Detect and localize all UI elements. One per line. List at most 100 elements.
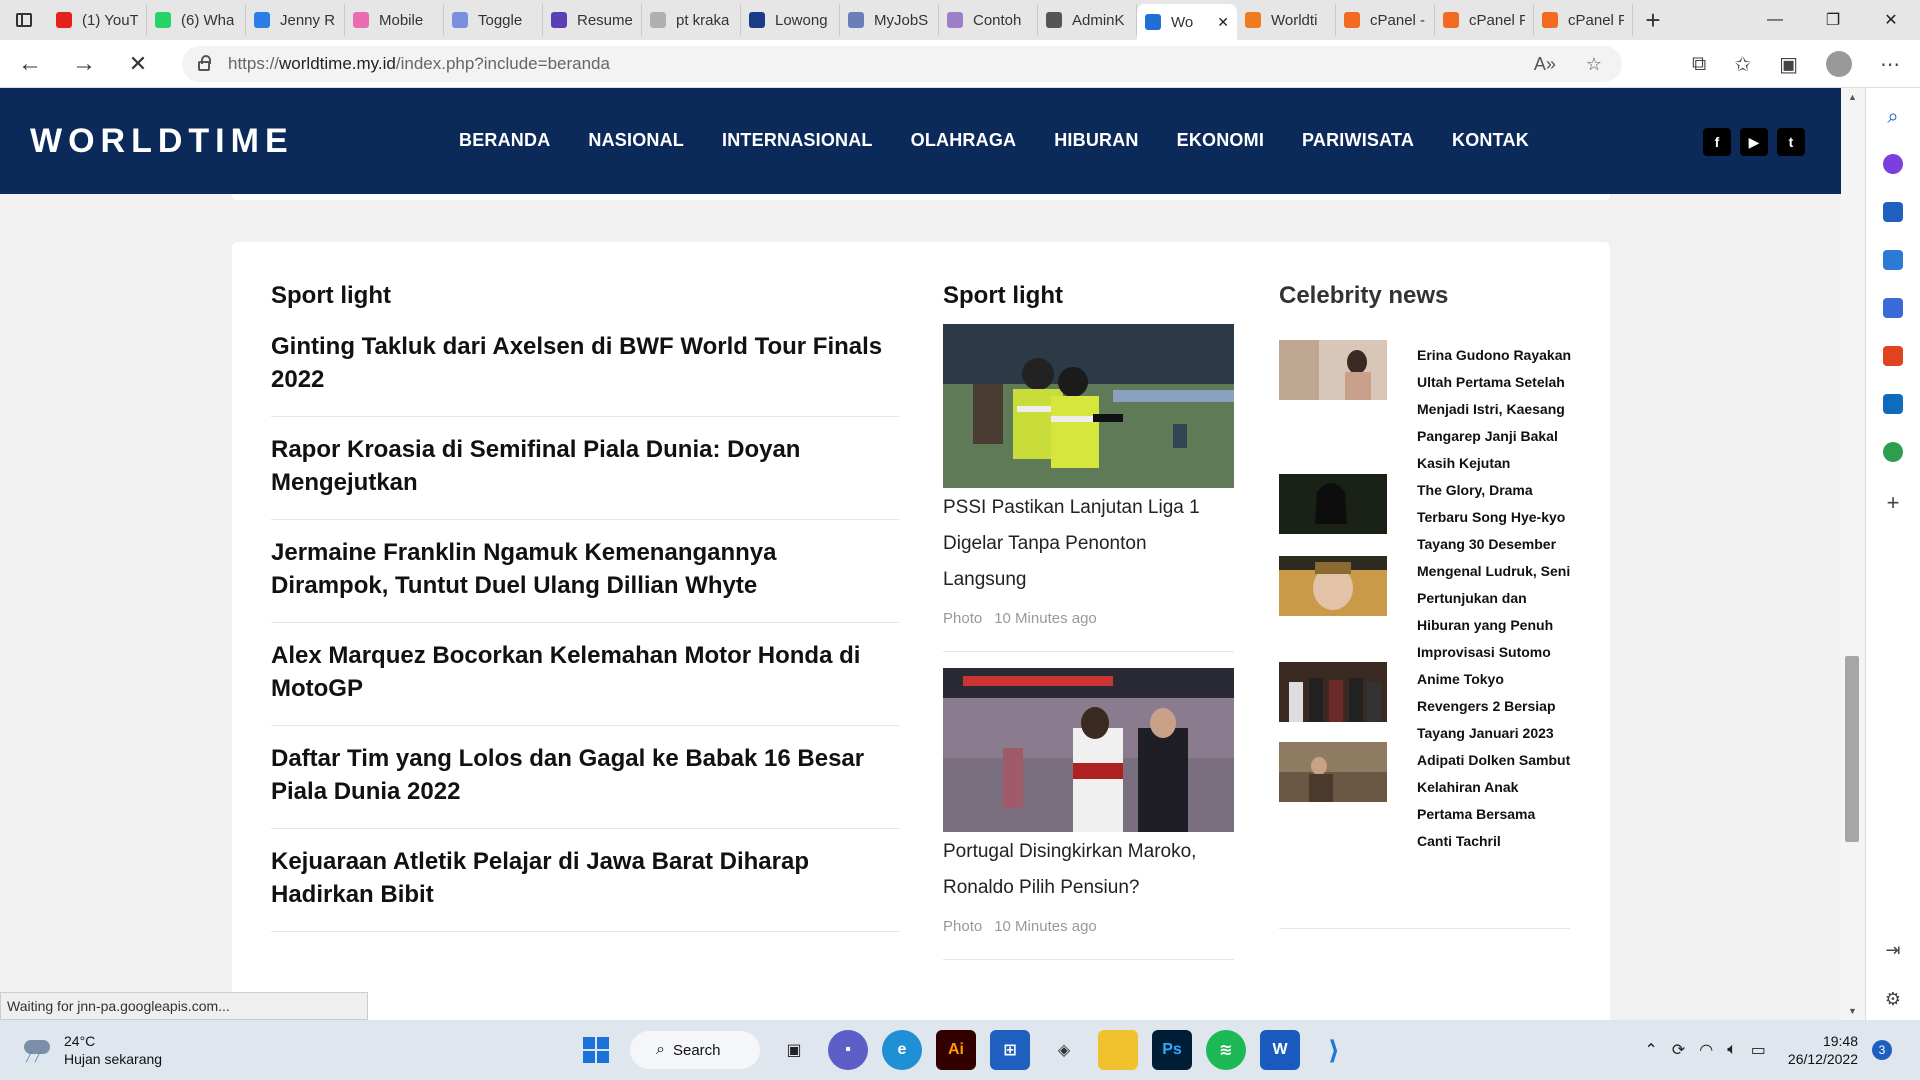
celebrity-headline-line[interactable]: Improvisasi Sutomo xyxy=(1417,639,1577,666)
celebrity-headline-line[interactable]: Kelahiran Anak xyxy=(1417,774,1577,801)
office-icon[interactable] xyxy=(1883,346,1903,366)
word-icon[interactable]: W xyxy=(1260,1030,1300,1070)
scroll-up-arrow[interactable]: ▲ xyxy=(1848,92,1857,102)
celebrity-headline-line[interactable]: The Glory, Drama xyxy=(1417,477,1577,504)
spotify-icon[interactable]: ≋ xyxy=(1206,1030,1246,1070)
outlook-icon[interactable] xyxy=(1883,394,1903,414)
youtube-icon[interactable]: ▶ xyxy=(1740,128,1768,156)
profile-avatar[interactable] xyxy=(1826,51,1852,77)
vscode-icon[interactable]: ⟩ xyxy=(1314,1030,1354,1070)
shopping-icon[interactable] xyxy=(1883,202,1903,222)
browser-tab[interactable]: AdminK xyxy=(1038,4,1137,36)
browser-tab[interactable]: cPanel F xyxy=(1435,4,1534,36)
browser-tab[interactable]: Jenny R xyxy=(246,4,345,36)
notification-badge[interactable]: 3 xyxy=(1872,1040,1892,1060)
clock[interactable]: 19:48 26/12/2022 xyxy=(1788,1032,1858,1068)
games-icon[interactable] xyxy=(1883,298,1903,318)
celebrity-headline-line[interactable]: Ultah Pertama Setelah xyxy=(1417,369,1577,396)
browser-tab[interactable]: Toggle xyxy=(444,4,543,36)
browser-tab[interactable]: Mobile xyxy=(345,4,444,36)
drop-icon[interactable] xyxy=(1883,442,1903,462)
celebrity-headline-line[interactable]: Hiburan yang Penuh xyxy=(1417,612,1577,639)
headline-link[interactable]: Jermaine Franklin Ngamuk Kemenangannya D… xyxy=(271,520,899,623)
celebrity-headline-line[interactable]: Terbaru Song Hye-kyo xyxy=(1417,504,1577,531)
photoshop-icon[interactable]: Ps xyxy=(1152,1030,1192,1070)
page-scrollbar[interactable]: ▲ ▼ xyxy=(1841,88,1865,1020)
headline-link[interactable]: Ginting Takluk dari Axelsen di BWF World… xyxy=(271,324,899,417)
new-tab-button[interactable]: + xyxy=(1633,5,1673,36)
twitter-icon[interactable]: t xyxy=(1777,128,1805,156)
copilot-icon[interactable] xyxy=(1883,154,1903,174)
collections-icon[interactable]: ▣ xyxy=(1779,52,1798,77)
browser-tab[interactable]: (6) Wha xyxy=(147,4,246,36)
read-aloud-icon[interactable]: A» xyxy=(1534,54,1556,75)
windows-start-icon[interactable] xyxy=(576,1030,616,1070)
edge-browser-icon[interactable]: e xyxy=(882,1030,922,1070)
browser-tab[interactable]: Worldti xyxy=(1237,4,1336,36)
favorites-icon[interactable]: ✩ xyxy=(1734,52,1751,77)
browser-tab[interactable]: cPanel F xyxy=(1534,4,1633,36)
article-image[interactable] xyxy=(943,324,1234,488)
illustrator-icon[interactable]: Ai xyxy=(936,1030,976,1070)
url-field[interactable]: https://worldtime.my.id/index.php?includ… xyxy=(182,46,1622,82)
nav-link-pariwisata[interactable]: PARIWISATA xyxy=(1302,130,1414,151)
restore-button[interactable]: ❐ xyxy=(1804,0,1862,40)
sidebar-settings-icon[interactable]: ⚙ xyxy=(1885,989,1901,1010)
close-window-button[interactable]: ✕ xyxy=(1862,0,1920,40)
headline-link[interactable]: Kejuaraan Atletik Pelajar di Jawa Barat … xyxy=(271,829,899,932)
wifi-icon[interactable]: ◠ xyxy=(1699,1040,1713,1060)
browser-tab[interactable]: cPanel - xyxy=(1336,4,1435,36)
hide-sidebar-icon[interactable]: ⇥ xyxy=(1885,940,1900,961)
photo-article[interactable]: Portugal Disingkirkan Maroko, Ronaldo Pi… xyxy=(943,668,1234,960)
file-explorer-icon[interactable] xyxy=(1098,1030,1138,1070)
celebrity-headline-line[interactable]: Anime Tokyo xyxy=(1417,666,1577,693)
celebrity-headline-line[interactable]: Pertunjukan dan xyxy=(1417,585,1577,612)
celebrity-image[interactable] xyxy=(1279,340,1387,400)
taskbar-search[interactable]: ⌕ Search xyxy=(630,1031,760,1069)
celebrity-headline-line[interactable]: Canti Tachril xyxy=(1417,828,1577,855)
task-view-icon[interactable]: ▣ xyxy=(774,1030,814,1070)
nav-link-internasional[interactable]: INTERNASIONAL xyxy=(722,130,873,151)
site-logo[interactable]: WORLDTIME xyxy=(30,122,294,161)
celebrity-headline-line[interactable]: Mengenal Ludruk, Seni xyxy=(1417,558,1577,585)
celebrity-headline-line[interactable]: Adipati Dolken Sambut xyxy=(1417,747,1577,774)
stop-loading-button[interactable]: ✕ xyxy=(114,44,162,84)
sync-icon[interactable]: ⟳ xyxy=(1672,1040,1685,1060)
article-title[interactable]: Portugal Disingkirkan Maroko, Ronaldo Pi… xyxy=(943,834,1234,906)
nav-link-kontak[interactable]: KONTAK xyxy=(1452,130,1529,151)
article-title[interactable]: PSSI Pastikan Lanjutan Liga 1 Digelar Ta… xyxy=(943,490,1234,598)
battery-icon[interactable]: ▭ xyxy=(1751,1040,1766,1060)
nav-link-nasional[interactable]: NASIONAL xyxy=(588,130,684,151)
headline-link[interactable]: Rapor Kroasia di Semifinal Piala Dunia: … xyxy=(271,417,899,520)
headline-link[interactable]: Daftar Tim yang Lolos dan Gagal ke Babak… xyxy=(271,726,899,829)
celebrity-headline-line[interactable]: Pertama Bersama xyxy=(1417,801,1577,828)
nav-link-hiburan[interactable]: HIBURAN xyxy=(1054,130,1138,151)
back-button[interactable]: ← xyxy=(6,44,54,84)
photo-article[interactable]: PSSI Pastikan Lanjutan Liga 1 Digelar Ta… xyxy=(943,324,1234,652)
extensions-icon[interactable]: ⧉ xyxy=(1692,53,1706,76)
teams-chat-icon[interactable]: ▪ xyxy=(828,1030,868,1070)
celebrity-image[interactable] xyxy=(1279,742,1387,802)
nav-link-ekonomi[interactable]: EKONOMI xyxy=(1177,130,1264,151)
minimize-button[interactable]: — xyxy=(1746,0,1804,40)
search-icon[interactable]: ⌕ xyxy=(1883,106,1903,128)
unity-icon[interactable]: ◈ xyxy=(1044,1030,1084,1070)
celebrity-image[interactable] xyxy=(1279,556,1387,616)
close-tab-icon[interactable]: ✕ xyxy=(1217,14,1229,31)
browser-tab[interactable]: Wo ✕ xyxy=(1137,4,1237,40)
celebrity-headline-line[interactable]: Tayang 30 Desember xyxy=(1417,531,1577,558)
nav-link-olahraga[interactable]: OLAHRAGA xyxy=(911,130,1017,151)
headline-link[interactable]: Alex Marquez Bocorkan Kelemahan Motor Ho… xyxy=(271,623,899,726)
celebrity-image[interactable] xyxy=(1279,474,1387,534)
celebrity-image[interactable] xyxy=(1279,662,1387,722)
facebook-icon[interactable]: f xyxy=(1703,128,1731,156)
scroll-thumb[interactable] xyxy=(1845,656,1859,842)
settings-more-icon[interactable]: ⋯ xyxy=(1880,52,1900,77)
browser-tab[interactable]: Lowong xyxy=(741,4,840,36)
add-sidebar-app-icon[interactable]: + xyxy=(1887,490,1900,516)
weather-widget[interactable]: 24°C Hujan sekarang xyxy=(22,1032,162,1068)
scroll-down-arrow[interactable]: ▼ xyxy=(1848,1006,1857,1016)
browser-tab[interactable]: Contoh xyxy=(939,4,1038,36)
celebrity-headline-line[interactable]: Tayang Januari 2023 xyxy=(1417,720,1577,747)
add-favorite-icon[interactable]: ☆ xyxy=(1586,54,1602,75)
